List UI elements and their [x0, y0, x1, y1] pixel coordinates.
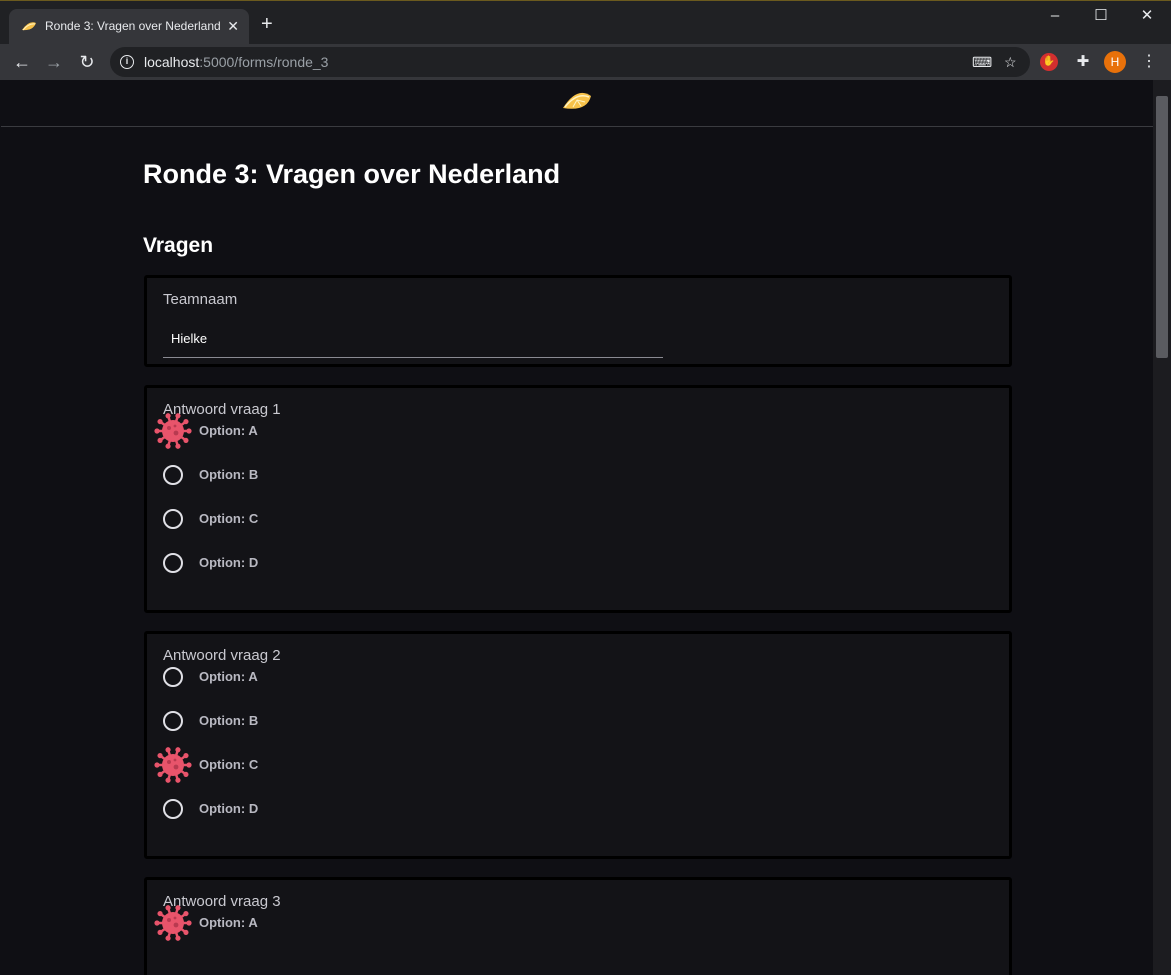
radio-button[interactable]	[163, 553, 183, 573]
browser-toolbar: ← → ↻ i localhost:5000/forms/ronde_3 ⌨ ☆…	[0, 44, 1171, 80]
option-label: Option: B	[199, 713, 259, 728]
browser-tab[interactable]: Ronde 3: Vragen over Nederland ✕	[9, 9, 249, 45]
radio-button[interactable]	[163, 465, 183, 485]
radio-option[interactable]: Option: C	[153, 745, 553, 785]
address-bar[interactable]: i localhost:5000/forms/ronde_3 ⌨ ☆	[110, 47, 1030, 77]
radio-button[interactable]	[163, 667, 183, 687]
page-scrollbar[interactable]	[1153, 80, 1171, 975]
profile-avatar[interactable]: H	[1104, 51, 1126, 73]
page-viewport: Ronde 3: Vragen over Nederland Vragen Te…	[1, 80, 1153, 975]
tab-title: Ronde 3: Vragen over Nederland	[45, 19, 221, 33]
translate-icon[interactable]: ⌨	[972, 53, 992, 71]
virus-icon[interactable]	[153, 745, 193, 785]
maximize-icon[interactable]: ☐	[1078, 7, 1124, 25]
page-title: Ronde 3: Vragen over Nederland	[143, 159, 561, 189]
back-icon[interactable]: ←	[10, 50, 34, 74]
virus-icon[interactable]	[153, 903, 193, 943]
teamname-label: Teamnaam	[163, 291, 238, 308]
section-title: Vragen	[143, 234, 214, 257]
question-card-2: Antwoord vraag 2 Option: A Option: B Optio…	[144, 631, 1012, 859]
extensions-puzzle-icon[interactable]: ✚	[1072, 51, 1094, 73]
option-label: Option: C	[199, 757, 259, 772]
option-label: Option: D	[199, 801, 259, 816]
radio-button[interactable]	[163, 799, 183, 819]
option-label: Option: A	[199, 423, 258, 438]
radio-option[interactable]: Option: B	[153, 455, 553, 495]
radio-option[interactable]: Option: D	[153, 789, 553, 829]
reload-icon[interactable]: ↻	[75, 50, 99, 74]
forward-icon[interactable]: →	[42, 50, 66, 74]
option-label: Option: D	[199, 555, 259, 570]
site-info-icon[interactable]: i	[120, 55, 134, 69]
new-tab-icon[interactable]: +	[261, 14, 273, 34]
radio-option[interactable]: Option: B	[153, 701, 553, 741]
question-card-3: Antwoord vraag 3 Option: A	[144, 877, 1012, 975]
browser-titlebar: Ronde 3: Vragen over Nederland ✕ + – ☐ ✕	[0, 0, 1171, 45]
close-window-icon[interactable]: ✕	[1124, 7, 1170, 25]
lemon-slice-icon[interactable]	[561, 90, 593, 114]
virus-icon[interactable]	[153, 411, 193, 451]
option-label: Option: C	[199, 511, 259, 526]
lemon-favicon-icon	[22, 22, 36, 31]
option-label: Option: A	[199, 669, 258, 684]
option-label: Option: B	[199, 467, 259, 482]
scrollbar-thumb[interactable]	[1156, 96, 1168, 358]
url-text: localhost:5000/forms/ronde_3	[144, 54, 329, 70]
radio-option[interactable]: Option: A	[153, 411, 553, 451]
radio-option[interactable]: Option: D	[153, 543, 553, 583]
app-header	[1, 80, 1153, 127]
radio-option[interactable]: Option: A	[153, 657, 553, 697]
option-label: Option: A	[199, 915, 258, 930]
teamname-input[interactable]	[163, 320, 663, 358]
radio-option[interactable]: Option: C	[153, 499, 553, 539]
bookmark-star-icon[interactable]: ☆	[1004, 53, 1017, 71]
tab-close-icon[interactable]: ✕	[227, 17, 239, 35]
menu-dots-icon[interactable]: ⋮	[1138, 51, 1160, 73]
question-card-1: Antwoord vraag 1 Option: A Option: B Optio…	[144, 385, 1012, 613]
minimize-icon[interactable]: –	[1032, 7, 1078, 25]
radio-button[interactable]	[163, 509, 183, 529]
radio-option[interactable]: Option: A	[153, 903, 553, 943]
teamname-card: Teamnaam	[144, 275, 1012, 367]
radio-button[interactable]	[163, 711, 183, 731]
adblock-extension-icon[interactable]: ✋	[1040, 53, 1058, 71]
